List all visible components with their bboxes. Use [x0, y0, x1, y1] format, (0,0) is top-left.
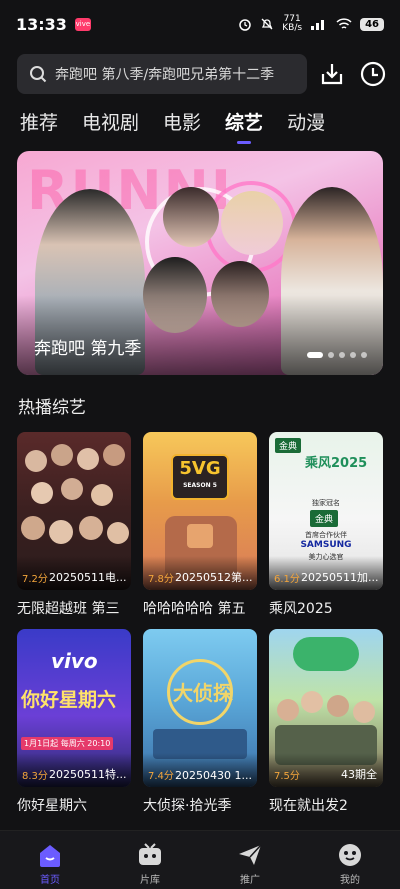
show-card[interactable]: 大侦探 7.4分 20250430 1... 大侦探·拾光季 — [143, 629, 257, 815]
show-logo-subtitle: SEASON 5 — [183, 482, 217, 489]
sponsor-name: SAMSUNG — [300, 540, 352, 550]
show-card[interactable]: 5VG SEASON 5 7.8分 20250512第... 哈哈哈哈哈 第五 — [143, 432, 257, 618]
tab-variety[interactable]: 综艺 — [225, 108, 264, 144]
sponsor-logo: 金典 — [310, 510, 339, 527]
tab-label: 电视剧 — [82, 112, 140, 134]
nav-label: 片库 — [140, 875, 160, 886]
download-button[interactable] — [318, 60, 346, 88]
show-logo-text: 5VG — [179, 458, 221, 479]
alarm-icon — [239, 19, 252, 31]
status-time: 13:33 — [16, 14, 67, 34]
carousel-dot[interactable] — [339, 352, 345, 358]
nav-label: 我的 — [340, 875, 360, 886]
banner-person-image — [163, 187, 219, 247]
show-card[interactable]: 7.5分 43期全 现在就出发2 — [269, 629, 383, 815]
rating-score: 6.1分 — [274, 574, 300, 585]
profile-icon — [339, 844, 361, 866]
banner-person-image — [221, 191, 283, 255]
active-tab-indicator — [237, 141, 252, 144]
episode-info: 20250511加... — [301, 571, 379, 584]
tab-label: 动漫 — [287, 112, 326, 134]
show-title: 你好星期六 — [17, 798, 87, 814]
wifi-icon — [336, 18, 352, 29]
show-title: 现在就出发2 — [269, 798, 348, 814]
air-time: 1月1日起 每周六 20:10 — [21, 737, 114, 750]
carousel-dot[interactable] — [328, 352, 334, 358]
tab-tv[interactable]: 电视剧 — [82, 108, 139, 138]
download-icon — [321, 64, 343, 85]
show-card[interactable]: 7.2分 20250511电... 无限超越班 第三 — [17, 432, 131, 618]
search-input[interactable]: 奔跑吧 第八季/奔跑吧兄弟第十二季 — [17, 54, 307, 94]
tab-recommend[interactable]: 推荐 — [20, 108, 58, 138]
history-button[interactable] — [359, 60, 387, 88]
show-poster: 金典 乘风2025 独家冠名 金典 首席合作伙伴 SAMSUNG 美力心选官 6… — [269, 432, 383, 590]
poster-caption: 首席合作伙伴 — [305, 531, 347, 539]
tab-anime[interactable]: 动漫 — [287, 108, 325, 138]
tab-label: 电影 — [163, 112, 202, 134]
status-icons: 771 KB/s 46 — [238, 15, 384, 33]
sponsor-brand: vivo — [51, 649, 98, 673]
episode-info: 20250511特... — [49, 768, 127, 781]
home-icon — [40, 845, 60, 867]
carousel-dot[interactable] — [361, 352, 367, 358]
show-poster: 7.5分 43期全 — [269, 629, 383, 787]
nav-home[interactable]: 首页 — [0, 831, 100, 889]
tab-label: 综艺 — [225, 112, 264, 134]
show-logo: 5VG SEASON 5 — [171, 454, 229, 500]
app-notification-icon: vive — [74, 17, 91, 31]
library-icon — [139, 843, 161, 865]
bottom-navigation: 首页 片库 推广 我的 — [0, 830, 400, 889]
rating-score: 7.8分 — [148, 574, 174, 585]
featured-banner[interactable]: RUNNI 奔跑吧 第九季 — [17, 151, 383, 375]
poster-art-shape — [293, 637, 359, 671]
section-title: 热播综艺 — [18, 398, 86, 418]
show-poster: 7.2分 20250511电... — [17, 432, 131, 590]
rating-score: 7.4分 — [148, 771, 174, 782]
mute-bell-icon — [261, 18, 273, 30]
nav-profile[interactable]: 我的 — [300, 831, 400, 889]
carousel-dot[interactable] — [350, 352, 356, 358]
tab-label: 推荐 — [20, 112, 59, 134]
clock-icon — [360, 61, 386, 87]
send-icon — [239, 844, 262, 865]
show-title: 大侦探·拾光季 — [143, 798, 232, 814]
poster-title: 你好星期六 — [21, 689, 117, 711]
nav-library[interactable]: 片库 — [100, 831, 200, 889]
poster-title: 大侦探 — [173, 681, 233, 705]
poster-art-shape — [187, 524, 213, 548]
carousel-dot[interactable] — [307, 352, 323, 358]
status-bar: 13:33 vive 771 KB/s 46 — [0, 0, 400, 48]
show-title: 无限超越班 第三 — [17, 601, 120, 617]
show-title: 哈哈哈哈哈 第五 — [143, 601, 246, 617]
rating-score: 7.2分 — [22, 574, 48, 585]
net-speed-unit: KB/s — [282, 23, 303, 33]
net-speed: 771 KB/s — [282, 15, 302, 33]
episode-info: 43期全 — [341, 768, 377, 781]
nav-label: 首页 — [40, 875, 60, 886]
carousel-indicator — [307, 352, 367, 358]
sponsor-brand: 金典 — [275, 438, 302, 453]
nav-label: 推广 — [240, 875, 260, 886]
banner-title: 奔跑吧 第九季 — [34, 339, 142, 359]
show-card[interactable]: vivo 你好星期六 1月1日起 每周六 20:10 8.3分 20250511… — [17, 629, 131, 815]
poster-caption: 独家冠名 — [312, 499, 340, 507]
cell-signal-icon — [311, 20, 325, 30]
show-poster: 大侦探 7.4分 20250430 1... — [143, 629, 257, 787]
nav-promote[interactable]: 推广 — [200, 831, 300, 889]
show-card[interactable]: 金典 乘风2025 独家冠名 金典 首席合作伙伴 SAMSUNG 美力心选官 6… — [269, 432, 383, 618]
episode-info: 20250512第... — [175, 571, 253, 584]
category-tabs: 推荐 电视剧 电影 综艺 动漫 — [20, 108, 349, 144]
rating-score: 7.5分 — [274, 771, 300, 782]
rating-score: 8.3分 — [22, 771, 48, 782]
battery-indicator: 46 — [360, 17, 384, 31]
search-placeholder: 奔跑吧 第八季/奔跑吧兄弟第十二季 — [55, 67, 275, 83]
show-poster: 5VG SEASON 5 7.8分 20250512第... — [143, 432, 257, 590]
tab-movie[interactable]: 电影 — [163, 108, 201, 138]
show-title: 乘风2025 — [269, 601, 333, 617]
episode-info: 20250511电... — [49, 571, 127, 584]
poster-title: 乘风2025 — [305, 456, 368, 471]
episode-info: 20250430 1... — [175, 769, 252, 782]
show-poster: vivo 你好星期六 1月1日起 每周六 20:10 8.3分 20250511… — [17, 629, 131, 787]
search-icon — [30, 66, 47, 83]
